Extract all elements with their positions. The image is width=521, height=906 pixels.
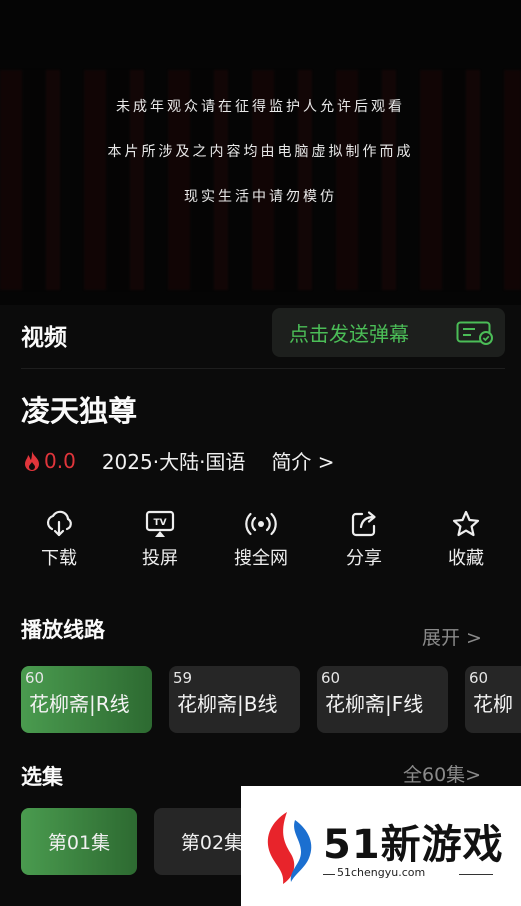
age-notice-line-2: 本片所涉及之内容均由电脑虚拟制作而成 <box>107 144 414 160</box>
flame-icon <box>25 450 39 471</box>
cast-button[interactable]: TV 投屏 <box>120 510 200 570</box>
cast-tv-icon: TV <box>145 510 175 537</box>
route-item[interactable]: 60 花柳斋|R线 <box>21 666 152 733</box>
age-notice-line-1: 未成年观众请在征得监护人允许后观看 <box>116 99 405 115</box>
route-episode-count: 60 <box>321 669 341 687</box>
download-label: 下载 <box>41 548 77 569</box>
share-label: 分享 <box>346 548 382 569</box>
search-web-button[interactable]: 搜全网 <box>221 510 301 570</box>
intro-link[interactable]: 简介 > <box>271 446 334 475</box>
cast-label: 投屏 <box>142 548 178 569</box>
brand-logo-icon <box>267 812 312 884</box>
share-icon <box>351 511 376 537</box>
age-notice-line-3: 现实生活中请勿模仿 <box>184 189 337 205</box>
episode-item[interactable]: 第01集 <box>21 808 137 875</box>
route-item[interactable]: 60 花柳 <box>465 666 521 733</box>
action-bar: 下载 TV 投屏 搜全网 分享 收藏 <box>0 510 521 580</box>
favorite-label: 收藏 <box>448 548 484 569</box>
share-button[interactable]: 分享 <box>324 510 404 570</box>
svg-text:TV: TV <box>153 518 166 528</box>
episodes-heading: 选集 <box>21 765 63 789</box>
route-name: 花柳斋|B线 <box>177 692 278 716</box>
broadcast-icon <box>245 512 277 536</box>
route-episode-count: 59 <box>173 669 193 687</box>
heat-value: 0.0 <box>44 448 76 473</box>
site-watermark: 51新游戏 51chengyu.com <box>241 786 521 906</box>
route-list: 60 花柳斋|R线 59 花柳斋|B线 60 花柳斋|F线 60 花柳 <box>0 666 521 736</box>
expand-routes-link[interactable]: 展开 > <box>422 623 482 650</box>
routes-heading: 播放线路 <box>21 618 105 642</box>
year-region-language: 2025·大陆·国语 <box>101 450 246 474</box>
favorite-button[interactable]: 收藏 <box>426 510 506 570</box>
section-divider <box>21 368 505 369</box>
watermark-rule-right <box>459 874 493 875</box>
route-name: 花柳斋|R线 <box>29 692 130 716</box>
watermark-brand: 51新游戏 <box>323 822 504 868</box>
download-button[interactable]: 下载 <box>19 510 99 570</box>
send-danmaku-label: 点击发送弹幕 <box>289 322 409 346</box>
star-icon <box>452 510 480 537</box>
route-name: 花柳斋|F线 <box>325 692 424 716</box>
route-item[interactable]: 59 花柳斋|B线 <box>169 666 300 733</box>
route-name: 花柳 <box>473 692 513 716</box>
route-episode-count: 60 <box>469 669 489 687</box>
send-danmaku-button[interactable]: 点击发送弹幕 <box>272 308 505 357</box>
search-web-label: 搜全网 <box>234 548 288 569</box>
heat-score: 0.0 <box>23 449 76 473</box>
all-episodes-link[interactable]: 全60集> <box>403 760 481 787</box>
video-section-heading: 视频 <box>21 325 67 351</box>
danmaku-icon <box>456 321 493 345</box>
video-player[interactable]: 未成年观众请在征得监护人允许后观看 本片所涉及之内容均由电脑虚拟制作而成 现实生… <box>0 0 521 305</box>
watermark-domain: 51chengyu.com <box>337 866 426 879</box>
route-episode-count: 60 <box>25 669 45 687</box>
download-icon <box>46 510 72 537</box>
show-meta: 0.0 2025·大陆·国语 简介 > <box>23 446 335 475</box>
show-title: 凌天独尊 <box>21 394 138 428</box>
watermark-rule-left <box>323 874 335 875</box>
route-item[interactable]: 60 花柳斋|F线 <box>317 666 448 733</box>
